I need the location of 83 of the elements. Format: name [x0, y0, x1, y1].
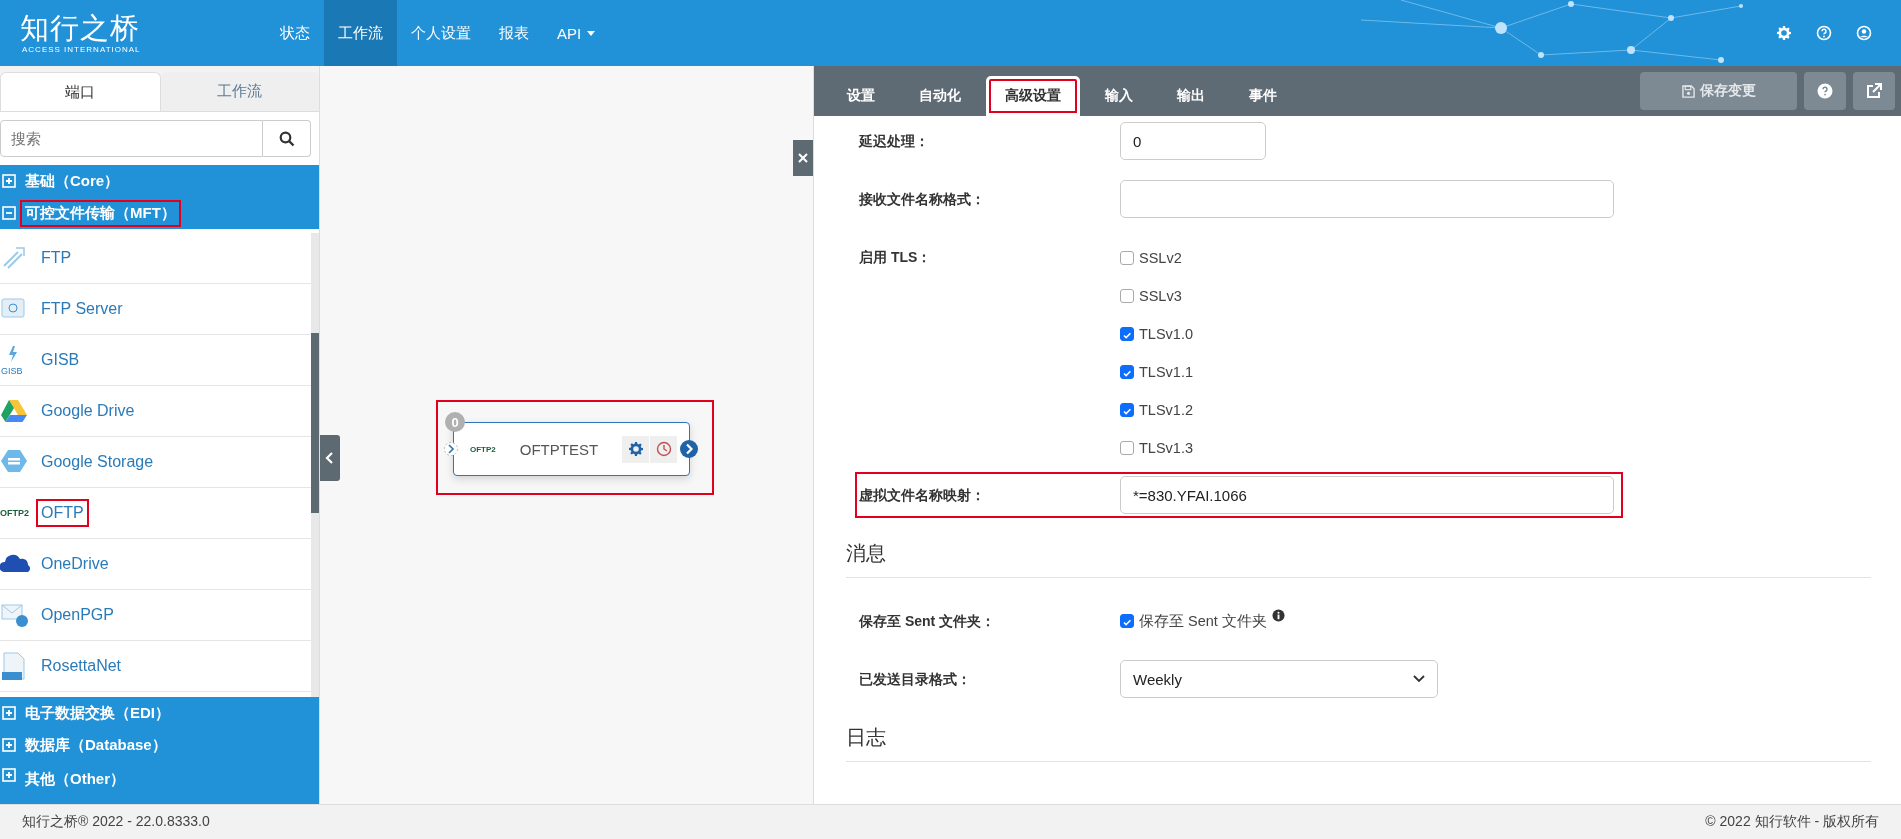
nav-tab[interactable]: 状态: [266, 0, 324, 66]
node-schedule-button[interactable]: [650, 435, 677, 463]
settings-icon: [1776, 25, 1792, 41]
category-header[interactable]: 其他（Other）: [0, 761, 319, 804]
open-external-button[interactable]: [1853, 72, 1895, 110]
checkbox-label: SSLv3: [1139, 288, 1182, 304]
settings-tab[interactable]: 高级设置: [986, 76, 1080, 116]
section-heading: 消息: [846, 540, 1871, 578]
highlight-frame: 可控文件传输（MFT）: [22, 201, 179, 225]
chevron-left-icon: [325, 451, 335, 465]
sidebar-tab[interactable]: 工作流: [160, 72, 319, 111]
checkbox-label: TLSv1.0: [1139, 326, 1193, 342]
close-icon: [798, 153, 808, 163]
checkbox[interactable]: [1120, 403, 1134, 417]
field-label: 延迟处理：: [859, 132, 930, 151]
input-field[interactable]: *=830.YFAI.1066: [1120, 476, 1614, 514]
checkbox[interactable]: [1120, 289, 1134, 303]
field-label: 启用 TLS：: [859, 248, 933, 267]
oftp-logo-icon: OFTP2: [0, 497, 30, 529]
logo-title: 知行之桥: [20, 12, 140, 44]
category-header[interactable]: 可控文件传输（MFT）: [0, 197, 319, 229]
checkbox[interactable]: [1120, 441, 1134, 455]
nav-tab[interactable]: 个人设置: [397, 0, 485, 66]
sidebar-tab[interactable]: 端口: [0, 72, 161, 111]
checkbox-label: 保存至 Sent 文件夹: [1139, 611, 1267, 631]
connector-item[interactable]: OFTP2 OFTP: [0, 488, 311, 539]
search-button[interactable]: [263, 120, 311, 157]
field-label: 保存至 Sent 文件夹：: [859, 612, 997, 631]
nav-tab[interactable]: API: [543, 0, 610, 66]
category-header[interactable]: 电子数据交换（EDI）: [0, 697, 319, 729]
help-button[interactable]: [1804, 72, 1846, 110]
checkbox[interactable]: [1120, 251, 1134, 265]
input-port-icon[interactable]: [444, 440, 458, 458]
version-text: 知行之桥® 2022 - 22.0.8333.0: [22, 813, 210, 831]
collapse-panel-button[interactable]: [320, 435, 340, 481]
dropdown[interactable]: Weekly: [1120, 660, 1438, 698]
connector-item[interactable]: FTP Server: [0, 284, 311, 335]
nav-tab[interactable]: 报表: [485, 0, 543, 66]
input-field[interactable]: 0: [1120, 122, 1266, 160]
nav-tab[interactable]: 工作流: [324, 0, 397, 66]
section-heading: 日志: [846, 724, 1871, 762]
checkbox-label: SSLv2: [1139, 250, 1182, 266]
highlight-frame: OFTP: [38, 501, 87, 525]
category-header[interactable]: 数据库（Database）: [0, 729, 319, 761]
output-port-icon[interactable]: [679, 439, 699, 459]
node-logo: OFTP2: [470, 444, 496, 454]
checkbox-label: TLSv1.3: [1139, 440, 1193, 456]
info-icon[interactable]: [1271, 609, 1285, 622]
settings-tab[interactable]: 设置: [828, 76, 894, 116]
search-icon: [278, 130, 295, 147]
settings-tab[interactable]: 输出: [1158, 76, 1224, 116]
field-label: 接收文件名称格式：: [859, 190, 986, 209]
node-settings-button[interactable]: [622, 435, 649, 463]
external-link-icon: [1866, 83, 1882, 99]
help-icon: [1817, 83, 1833, 99]
chevron-down-icon: [1413, 675, 1425, 683]
connector-item[interactable]: Google Drive: [0, 386, 311, 437]
connector-item[interactable]: OpenPGP: [0, 590, 311, 641]
field-label: 虚拟文件名称映射：: [859, 486, 986, 505]
node-label: OFTPTEST: [518, 440, 600, 458]
copyright-text: © 2022 知行软件 - 版权所有: [1705, 813, 1879, 831]
connector-item[interactable]: Google Storage: [0, 437, 311, 488]
logo-subtitle: ACCESS INTERNATIONAL: [22, 45, 141, 54]
connector-item[interactable]: RosettaNet: [0, 641, 311, 692]
checkbox[interactable]: [1120, 365, 1134, 379]
checkbox-label: TLSv1.2: [1139, 402, 1193, 418]
connector-item[interactable]: OneDrive: [0, 539, 311, 590]
category-header[interactable]: 基础（Core）: [0, 165, 319, 197]
close-button[interactable]: [793, 140, 813, 176]
clock-icon: [655, 441, 672, 457]
gear-icon: [627, 441, 644, 457]
checkbox[interactable]: [1120, 614, 1134, 628]
settings-tab[interactable]: 输入: [1086, 76, 1152, 116]
search-field[interactable]: 搜索: [0, 120, 263, 157]
user-icon: [1856, 25, 1872, 41]
checkbox-label: TLSv1.1: [1139, 364, 1193, 380]
checkbox[interactable]: [1120, 327, 1134, 341]
settings-tab[interactable]: 事件: [1230, 76, 1296, 116]
settings-tab[interactable]: 自动化: [900, 76, 980, 116]
field-label: 已发送目录格式：: [859, 670, 972, 689]
node-badge: 0: [445, 412, 465, 432]
help-icon: [1816, 25, 1832, 41]
input-field[interactable]: [1120, 180, 1614, 218]
